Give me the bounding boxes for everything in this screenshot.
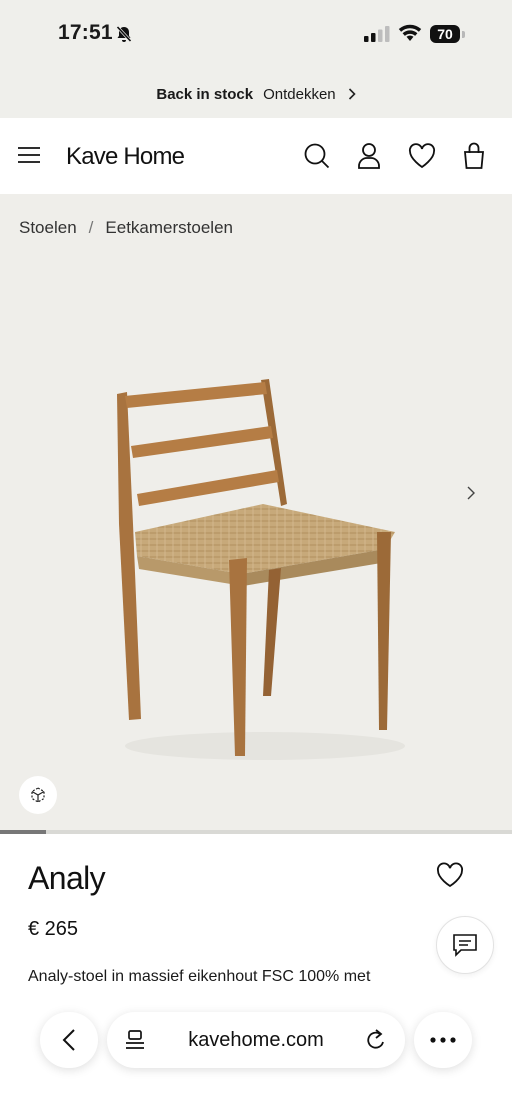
browser-back-button[interactable]	[40, 1012, 98, 1068]
search-icon[interactable]	[304, 142, 330, 170]
promo-title: Back in stock	[156, 85, 254, 103]
product-image-chair	[117, 379, 405, 760]
browser-address-bar[interactable]: kavehome.com	[107, 1012, 405, 1068]
view-3d-button[interactable]	[19, 776, 57, 814]
bell-muted-icon	[116, 25, 132, 43]
reload-icon[interactable]	[365, 1028, 387, 1052]
next-image-arrow-icon[interactable]	[466, 486, 476, 500]
product-description: Analy-stoel in massief eikenhout FSC 100…	[28, 968, 371, 985]
battery-indicator: 70	[430, 25, 460, 43]
promo-link[interactable]: Ontdekken	[263, 86, 336, 103]
browser-more-button[interactable]	[414, 1012, 472, 1068]
battery-cap	[462, 31, 465, 38]
product-price: € 265	[28, 918, 79, 940]
chat-button[interactable]	[436, 916, 494, 974]
breadcrumb-separator: /	[88, 218, 94, 237]
breadcrumb-item-stoelen[interactable]: Stoelen	[19, 218, 77, 237]
site-header: Kave Home	[0, 118, 512, 194]
reader-mode-icon[interactable]	[125, 1029, 145, 1051]
menu-icon[interactable]	[18, 146, 40, 164]
kave-home-logo[interactable]: Kave Home	[66, 143, 185, 171]
product-title: Analy	[28, 860, 106, 896]
gallery-progress-fill	[0, 830, 47, 834]
signal-icon	[364, 26, 390, 42]
status-bar: 17:51 70	[0, 0, 512, 70]
gallery-progress-bar	[0, 830, 512, 834]
3d-cube-icon	[31, 787, 45, 803]
more-dots-icon	[430, 1037, 456, 1043]
status-time: 17:51	[58, 21, 113, 44]
browser-url[interactable]: kavehome.com	[188, 1029, 324, 1052]
breadcrumb: Stoelen / Eetkamerstoelen	[19, 218, 233, 238]
wifi-icon	[398, 24, 422, 41]
product-gallery[interactable]: Stoelen / Eetkamerstoelen	[0, 194, 512, 830]
promo-banner[interactable]: Back in stock Ontdekken	[0, 70, 512, 118]
breadcrumb-item-eetkamerstoelen[interactable]: Eetkamerstoelen	[105, 218, 233, 237]
user-account-icon[interactable]	[357, 142, 381, 170]
wishlist-heart-icon[interactable]	[408, 142, 436, 170]
chevron-right-icon	[348, 88, 356, 100]
add-to-wishlist-heart-icon[interactable]	[436, 862, 464, 888]
chat-bubble-icon	[453, 934, 477, 957]
back-arrow-icon	[62, 1029, 75, 1051]
shopping-bag-icon[interactable]	[462, 142, 486, 170]
